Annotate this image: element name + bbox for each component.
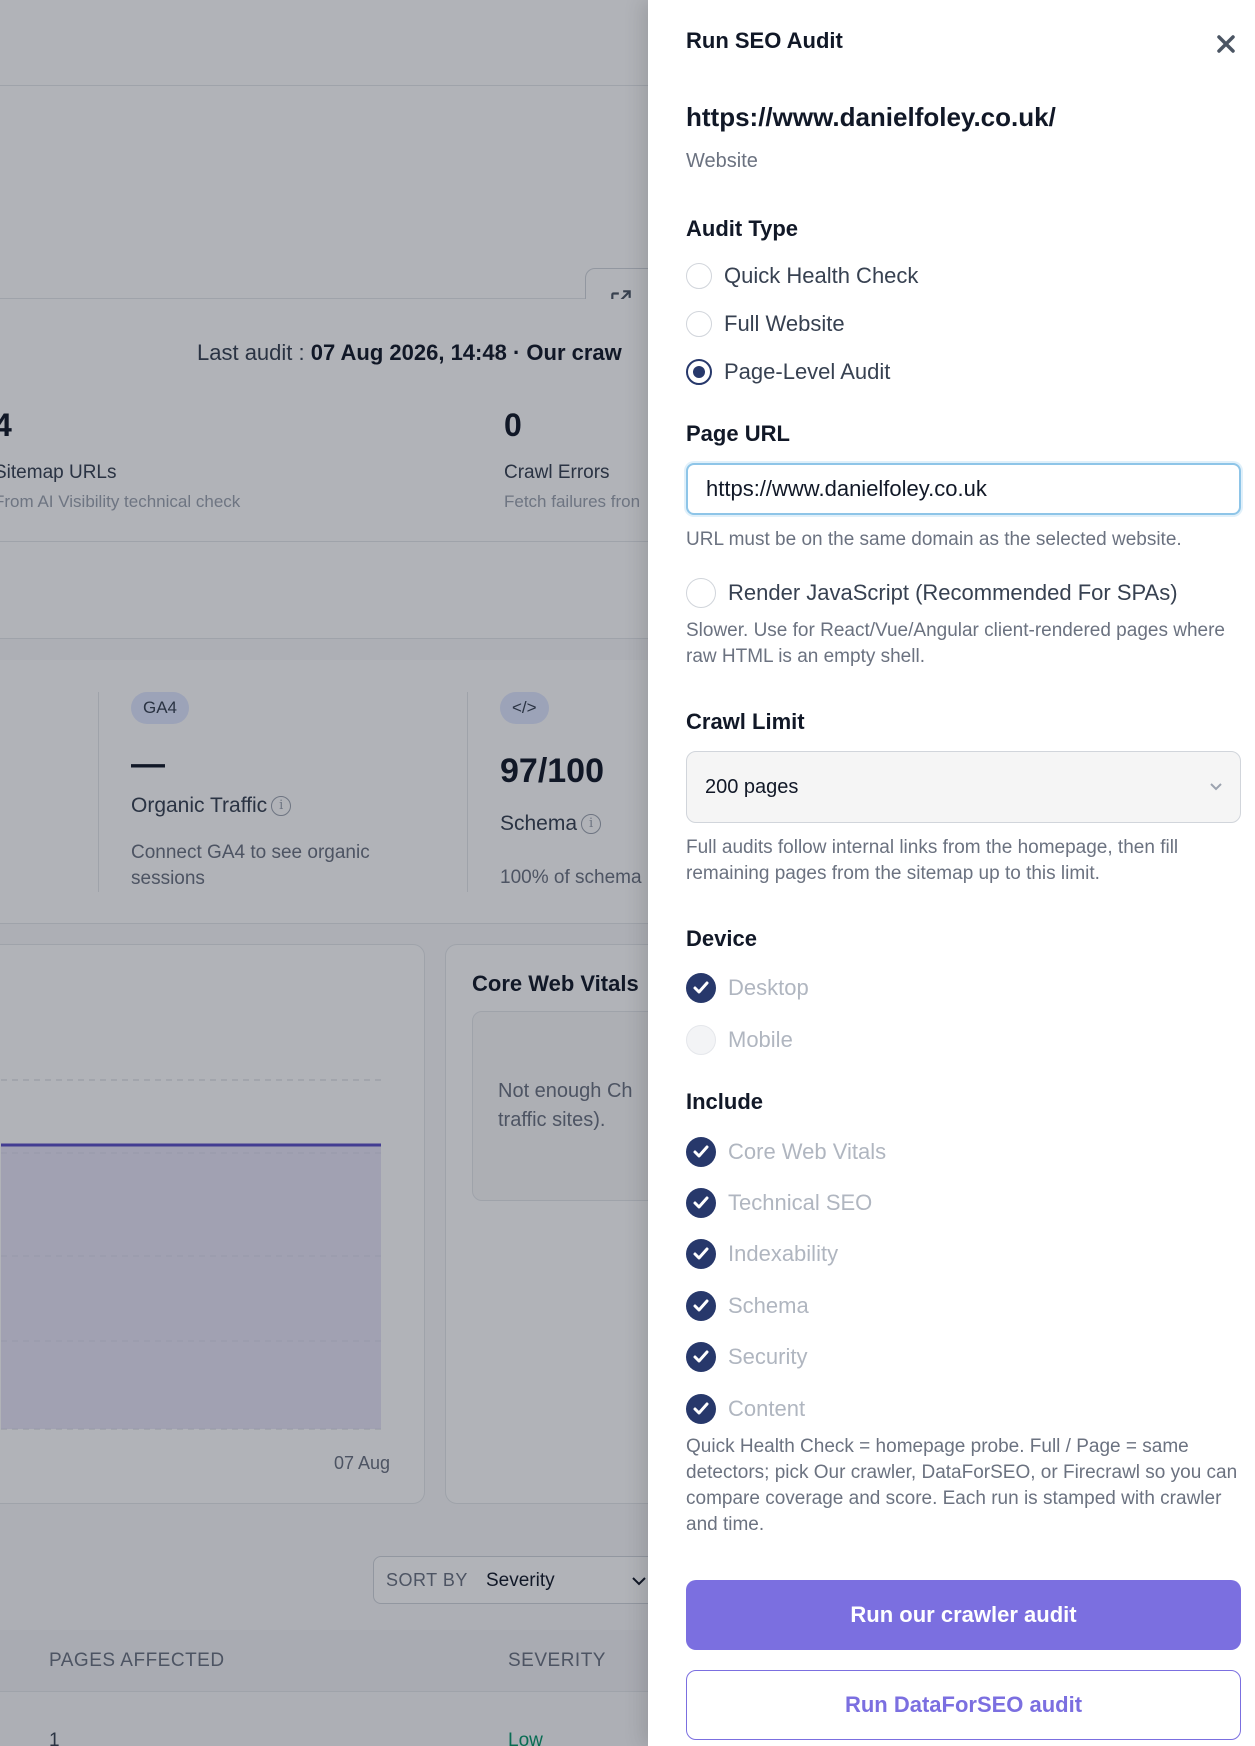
radio-button[interactable] [686,263,712,289]
checkbox-label: Core Web Vitals [728,1139,887,1164]
include-option-technical-seo[interactable]: Technical SEO [686,1187,872,1219]
include-option-content[interactable]: Content [686,1393,805,1425]
include-option-schema[interactable]: Schema [686,1290,809,1322]
include-label: Include [686,1089,764,1114]
radio-label: Quick Health Check [724,263,919,288]
site-url: https://www.danielfoley.co.uk/ [686,102,1056,132]
include-option-core-web-vitals[interactable]: Core Web Vitals [686,1136,886,1168]
checkbox-label: Mobile [728,1027,793,1052]
crawl-limit-select[interactable]: 200 pages [686,751,1241,823]
render-javascript-toggle[interactable] [686,578,716,608]
run-crawler-audit-button[interactable]: Run our crawler audit [686,1580,1241,1650]
chevron-down-icon [1210,783,1222,791]
checkbox-checked[interactable] [686,1188,716,1218]
checkbox-checked[interactable] [686,1239,716,1269]
include-option-indexability[interactable]: Indexability [686,1238,838,1270]
checkbox-label: Indexability [728,1241,839,1266]
page-url-label: Page URL [686,421,790,446]
checkmark-icon [693,1145,709,1158]
run-dataforseo-audit-button[interactable]: Run DataForSEO audit [686,1670,1241,1740]
render-javascript-help: Slower. Use for React/Vue/Angular client… [686,620,1225,667]
close-icon [1217,35,1235,53]
radio-button[interactable] [686,311,712,337]
checkmark-icon [693,1299,709,1312]
crawl-limit-label: Crawl Limit [686,709,805,734]
checkbox-label: Security [728,1344,808,1369]
page-url-help: URL must be on the same domain as the se… [686,529,1182,550]
audit-type-option-page[interactable]: Page-Level Audit [686,355,890,389]
include-option-security[interactable]: Security [686,1341,807,1373]
crawl-limit-value: 200 pages [705,776,799,798]
device-option-mobile[interactable]: Mobile [686,1024,793,1056]
checkbox-checked[interactable] [686,1394,716,1424]
checkbox-checked[interactable] [686,1137,716,1167]
checkmark-icon [693,1402,709,1415]
radio-label: Page-Level Audit [724,359,891,384]
checkbox-checked[interactable] [686,1342,716,1372]
checkbox-label: Desktop [728,975,809,1000]
checkbox-label: Schema [728,1293,809,1318]
audit-type-option-quick[interactable]: Quick Health Check [686,259,918,293]
checkbox-label: Content [728,1396,806,1421]
checkbox-checked[interactable] [686,1291,716,1321]
checkmark-icon [693,1196,709,1209]
checkbox-unchecked[interactable] [686,1025,716,1055]
audit-type-label: Audit Type [686,216,799,241]
checkmark-icon [693,1350,709,1363]
render-javascript-option[interactable]: Render JavaScript (Recommended For SPAs) [686,576,1178,610]
radio-button-selected[interactable] [686,359,712,385]
checkbox-checked[interactable] [686,973,716,1003]
checkbox-label: Technical SEO [728,1190,873,1215]
radio-label: Full Website [724,311,845,336]
close-button[interactable] [1212,30,1240,58]
checkmark-icon [693,981,709,994]
drawer-title: Run SEO Audit [686,28,843,53]
run-seo-audit-drawer: Run SEO Audit https://www.danielfoley.co… [648,0,1255,1746]
checkmark-icon [693,1247,709,1260]
site-type: Website [686,150,758,172]
device-label: Device [686,926,757,951]
crawl-limit-help: Full audits follow internal links from t… [686,837,1179,884]
audit-footer-note: Quick Health Check = homepage probe. Ful… [686,1436,1238,1535]
render-javascript-label: Render JavaScript (Recommended For SPAs) [728,580,1178,605]
page-url-input[interactable] [686,463,1241,515]
audit-type-option-full[interactable]: Full Website [686,307,845,341]
device-option-desktop[interactable]: Desktop [686,972,809,1004]
